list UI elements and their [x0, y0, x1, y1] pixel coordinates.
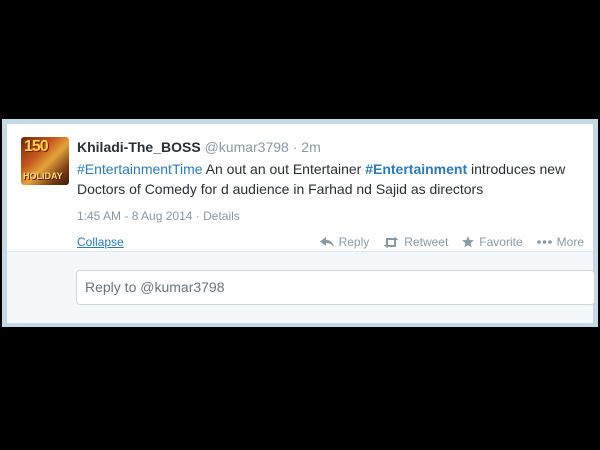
avatar[interactable]: 150 HOLIDAY	[21, 137, 69, 185]
favorite-button[interactable]: Favorite	[462, 235, 523, 249]
tweet-card: 150 HOLIDAY Khiladi-The_BOSS @kumar3798 …	[2, 119, 598, 327]
tweet-header: Khiladi-The_BOSS @kumar3798 · 2m	[77, 139, 321, 155]
reply-label: Reply	[338, 235, 370, 249]
tweet-text: #EntertainmentTime An out an out Enterta…	[77, 159, 582, 199]
reply-button[interactable]: Reply	[319, 235, 370, 249]
hashtag-link[interactable]: #EntertainmentTime	[77, 161, 203, 177]
user-handle[interactable]: @kumar3798	[205, 139, 289, 155]
meta-separator: ·	[195, 209, 200, 223]
collapse-link[interactable]: Collapse	[77, 235, 124, 249]
timestamp[interactable]: 1:45 AM - 8 Aug 2014	[77, 209, 192, 223]
time-ago[interactable]: 2m	[301, 139, 320, 155]
reply-area: Reply to @kumar3798	[7, 252, 595, 323]
more-dots-icon	[536, 240, 552, 244]
details-link[interactable]: Details	[203, 209, 240, 223]
tweet-meta: 1:45 AM - 8 Aug 2014 · Details	[77, 209, 240, 223]
reply-icon	[319, 236, 334, 248]
star-icon	[462, 236, 475, 248]
tweet-actions: Reply Retweet Favorite More	[319, 235, 584, 249]
retweet-label: Retweet	[404, 235, 449, 249]
reply-input[interactable]: Reply to @kumar3798	[76, 270, 595, 305]
tweet-text-segment: An out an out Entertainer	[202, 161, 366, 177]
more-button[interactable]: More	[536, 235, 584, 249]
avatar-word: HOLIDAY	[23, 171, 63, 181]
more-label: More	[556, 235, 584, 249]
hashtag-link[interactable]: #Entertainment	[365, 161, 467, 177]
favorite-label: Favorite	[479, 235, 523, 249]
tweet: 150 HOLIDAY Khiladi-The_BOSS @kumar3798 …	[7, 124, 593, 252]
header-separator: ·	[292, 139, 298, 155]
retweet-icon	[383, 236, 399, 248]
retweet-button[interactable]: Retweet	[383, 235, 448, 249]
user-name[interactable]: Khiladi-The_BOSS	[77, 139, 201, 155]
avatar-number: 150	[24, 138, 49, 155]
